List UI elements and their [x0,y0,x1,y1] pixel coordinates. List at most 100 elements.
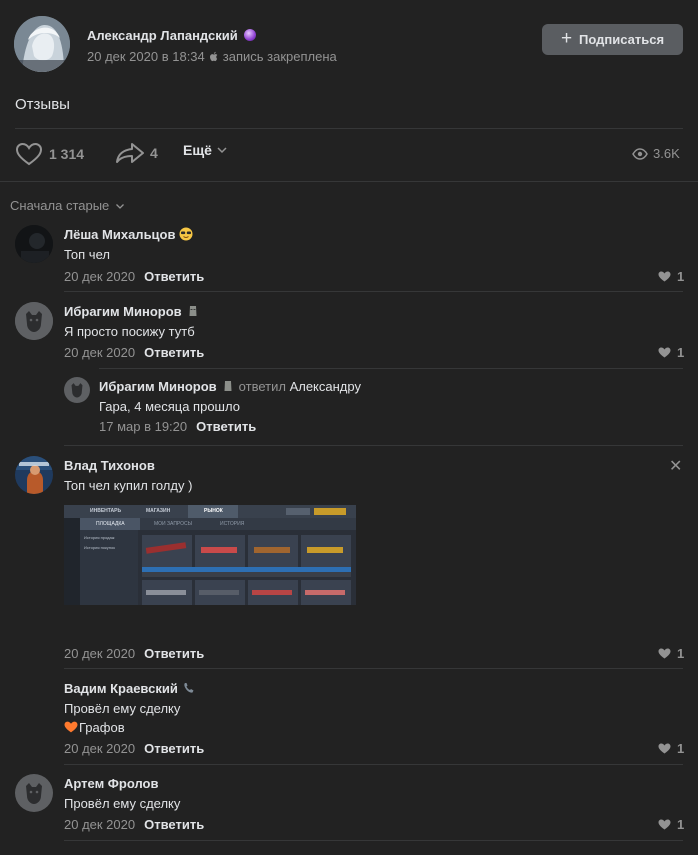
commenter-avatar[interactable] [15,456,53,494]
sort-label: Сначала старые [10,198,110,213]
reply-button[interactable]: Ответить [144,269,204,284]
commenter-name[interactable]: Артем Фролов [64,776,159,791]
comment-date[interactable]: 17 мар в 19:20 [99,419,187,434]
crystal-ball-icon [243,29,256,41]
comment-text: Провёл ему сделку [64,796,181,811]
game-subtab: МОИ ЗАПРОСЫ [154,521,193,527]
views-counter: 3.6K [632,146,680,161]
views-count: 3.6K [653,146,680,161]
divider [64,840,683,841]
comment-like-button[interactable]: 1 [658,646,684,661]
post-text: Отзывы [15,96,70,113]
comment-date[interactable]: 20 дек 2020 [64,817,135,832]
comment-like-count: 1 [677,646,685,661]
reply-target[interactable]: Александру [290,379,361,394]
comments-sort[interactable]: Сначала старые [10,198,125,213]
comment-like-button[interactable]: 1 [658,269,684,284]
chevron-down-icon [217,147,227,154]
comment-text: Топ чел [64,247,110,262]
commenter-avatar[interactable] [15,225,53,263]
comment-meta: 20 дек 2020 Ответить [64,817,204,832]
comment-like-button[interactable]: 1 [658,345,684,360]
commenter-name[interactable]: Вадим Краевский [64,681,196,696]
game-tab: МАГАЗИН [146,508,171,514]
share-button[interactable]: 4 [115,142,158,164]
comment-meta: 20 дек 2020 Ответить [64,646,204,661]
game-subtab: ПЛОЩАДКА [96,521,125,527]
close-icon[interactable]: ✕ [669,456,682,476]
divider [99,368,683,369]
reply-button[interactable]: Ответить [196,419,256,434]
comment-date[interactable]: 20 дек 2020 [64,269,135,284]
heart-icon [15,142,43,166]
reply-button[interactable]: Ответить [144,646,204,661]
comment-date[interactable]: 20 дек 2020 [64,646,135,661]
comment-image-attachment[interactable]: ИНВЕНТАРЬ МАГАЗИН РЫНОК ПЛОЩАДКА МОИ ЗАП… [64,505,356,605]
chevron-down-icon [115,204,124,209]
game-tab-bar: ИНВЕНТАРЬ МАГАЗИН РЫНОК [64,505,356,518]
sunglasses-emoji-icon [179,227,193,241]
reply-button[interactable]: Ответить [144,817,204,832]
author-avatar[interactable] [14,16,70,72]
heart-icon [658,819,671,830]
heart-icon [658,271,671,282]
post: Александр Лапандский 20 дек 2020 в 18:34… [0,0,698,855]
comment-like-button[interactable]: 1 [658,741,684,756]
comment-meta: 20 дек 2020 Ответить [64,741,204,756]
like-count: 1 314 [49,146,85,162]
share-icon [116,143,144,163]
heart-icon [658,648,671,659]
commenter-name[interactable]: Ибрагим Миноров ответил Александру [99,379,361,394]
reply-button[interactable]: Ответить [144,345,204,360]
more-label: Ещё [183,142,212,158]
commenter-avatar[interactable] [64,377,90,403]
author-name[interactable]: Александр Лапандский [87,28,256,43]
game-side-item: История продаж [84,535,115,540]
comment-meta: 20 дек 2020 Ответить [64,269,204,284]
mention-link[interactable]: Графов [79,720,125,735]
plus-icon: + [560,28,573,49]
more-button[interactable]: Ещё [183,142,228,158]
comment-text-line2: Графов [64,720,125,735]
comment-like-count: 1 [677,345,685,360]
post-meta: 20 дек 2020 в 18:34 запись закреплена [87,49,337,64]
comment-text: Провёл ему сделку [64,701,181,716]
game-subtab-bar: ПЛОЩАДКА МОИ ЗАПРОСЫ ИСТОРИЯ [80,518,356,530]
like-button[interactable]: 1 314 [15,142,84,166]
post-pinned-label: запись закреплена [222,49,337,64]
eye-icon [632,147,648,160]
post-actions: 1 314 4 Ещё 3.6K [0,136,698,176]
heart-icon [658,743,671,754]
game-tab: РЫНОК [204,508,223,514]
orange-heart-icon [64,721,78,733]
commenter-name[interactable]: Ибрагим Миноров [64,304,200,319]
comment-date[interactable]: 20 дек 2020 [64,345,135,360]
reply-button[interactable]: Ответить [144,741,204,756]
comment-meta: 20 дек 2020 Ответить [64,345,204,360]
phone-emoji-icon [184,683,194,693]
divider [64,291,683,292]
subscribe-label: Подписаться [579,32,665,47]
divider [64,445,683,446]
comment-like-button[interactable]: 1 [658,817,684,832]
game-tab: ИНВЕНТАРЬ [90,508,122,514]
commenter-name[interactable]: Влад Тихонов [64,458,155,473]
replied-label: ответил [238,379,286,394]
comment-date[interactable]: 20 дек 2020 [64,741,135,756]
moai-emoji-icon [189,306,197,316]
apple-icon [209,51,218,62]
comment-text: Топ чел купил голду ) [64,478,193,493]
divider [15,128,683,129]
comment-like-count: 1 [677,269,685,284]
moai-emoji-icon [224,381,232,391]
commenter-name[interactable]: Лёша Михальцов [64,227,193,242]
post-date[interactable]: 20 дек 2020 в 18:34 [87,49,205,64]
comment-like-count: 1 [677,741,685,756]
comment-meta: 17 мар в 19:20 Ответить [99,419,256,434]
comment-text: Гара, 4 месяца прошло [99,399,240,414]
commenter-avatar[interactable] [15,774,53,812]
commenter-avatar[interactable] [15,302,53,340]
game-subtab: ИСТОРИЯ [220,521,245,527]
subscribe-button[interactable]: + Подписаться [542,24,683,55]
share-count: 4 [150,145,158,161]
